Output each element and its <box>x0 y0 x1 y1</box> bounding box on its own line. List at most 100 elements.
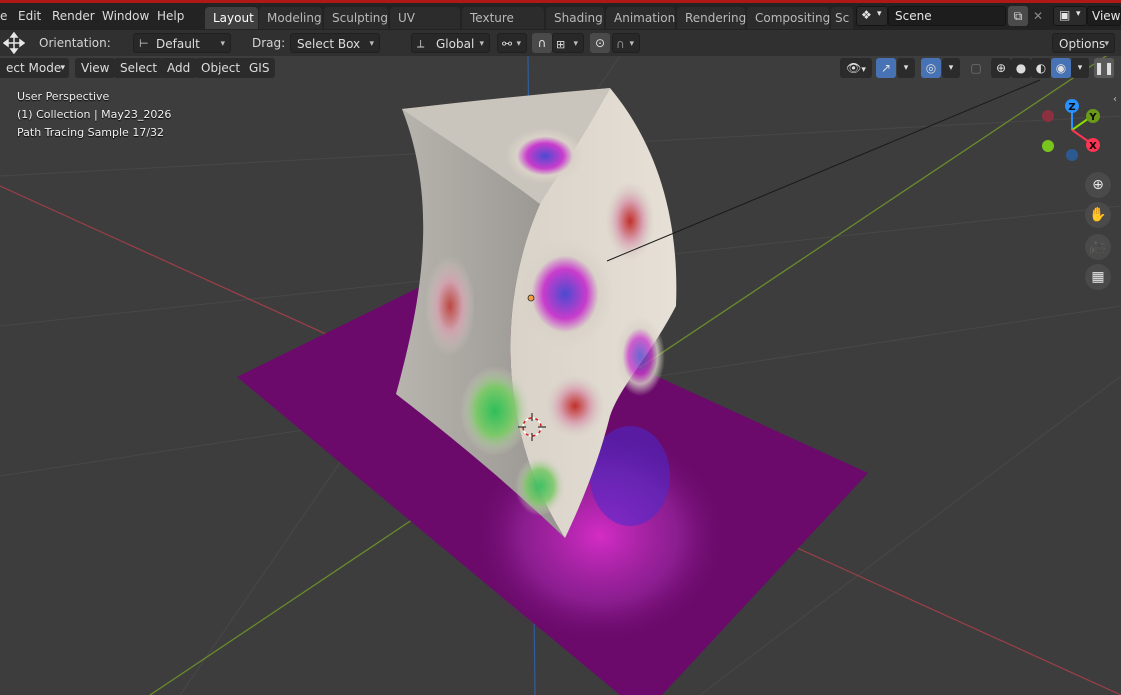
tab-compositing[interactable]: Compositing <box>747 7 830 29</box>
proportional-edit-button[interactable]: ⊙ <box>590 33 610 53</box>
menu-add[interactable]: Add <box>161 58 197 78</box>
menu-window[interactable]: Window <box>102 3 149 30</box>
drag-dropdown[interactable]: Select Box ▾ <box>290 33 380 53</box>
chevron-down-icon: ▾ <box>479 39 484 49</box>
transform-orientation-dropdown[interactable]: ⟂ Global ▾ <box>411 33 490 53</box>
global-axes-icon: ⟂ <box>417 37 425 50</box>
viewport-perspective-label: User Perspective <box>17 90 110 103</box>
pattern-red-ring-2 <box>605 181 655 261</box>
image-icon: ▣ <box>1059 8 1071 22</box>
chevron-down-icon: ▾ <box>1077 63 1083 73</box>
pattern-green-ring <box>460 366 530 456</box>
pan-button[interactable]: ✋ <box>1085 202 1111 228</box>
chevron-down-icon: ▾ <box>573 39 578 49</box>
orientation-value: Default <box>156 37 200 51</box>
view-layer-selector-button[interactable]: ▣ ▾ <box>1053 6 1087 26</box>
tab-uv-editing[interactable]: UV Editing <box>390 7 460 47</box>
menu-file[interactable]: e <box>0 3 7 30</box>
viewport-3d[interactable] <box>0 56 1121 695</box>
options-dropdown[interactable]: Options ▾ <box>1052 33 1115 53</box>
pattern-top-ring <box>505 128 585 184</box>
falloff-curve-icon: ∩ <box>616 37 625 51</box>
chevron-down-icon: ▾ <box>629 39 634 49</box>
tab-layout[interactable]: Layout <box>205 7 258 29</box>
scene-selector-button[interactable]: ❖ ▾ <box>856 6 888 26</box>
link-icon: ⚯ <box>502 37 513 51</box>
hand-icon: ✋ <box>1089 207 1107 223</box>
light-direction-line <box>606 79 1041 262</box>
shading-material-button[interactable]: ◐ <box>1031 58 1051 78</box>
overlays-options-dropdown[interactable]: ▾ <box>942 58 960 78</box>
gizmo-options-dropdown[interactable]: ▾ <box>897 58 915 78</box>
drag-value: Select Box <box>297 37 361 51</box>
chevron-down-icon: ▾ <box>1104 39 1109 49</box>
chevron-down-icon: ▾ <box>948 63 954 73</box>
snap-toggle-button[interactable]: ∩ <box>532 33 552 53</box>
orientation-label: Orientation: <box>39 36 111 50</box>
menu-gis[interactable]: GIS <box>243 58 276 78</box>
menu-object[interactable]: Object <box>195 58 247 78</box>
rendered-sphere-icon: ◉ <box>1055 61 1067 75</box>
tab-rendering[interactable]: Rendering <box>677 7 746 29</box>
pivot-point-dropdown[interactable]: ⚯ ▾ <box>497 33 527 53</box>
chevron-down-icon: ▾ <box>1076 9 1081 19</box>
tab-texture-paint[interactable]: Texture Paint <box>462 7 544 47</box>
menu-select[interactable]: Select <box>114 58 164 78</box>
chevron-down-icon: ▾ <box>903 63 909 73</box>
tab-shading[interactable]: Shading <box>546 7 604 29</box>
chevron-down-icon: ▾ <box>861 65 866 75</box>
object-origin-point[interactable] <box>527 294 535 302</box>
chevron-down-icon: ▾ <box>220 39 225 49</box>
sidebar-toggle-arrow[interactable]: ‹ <box>1113 94 1117 105</box>
gizmo-y-label: Y <box>1088 112 1097 123</box>
view-layer-name-field[interactable]: View <box>1087 6 1121 26</box>
overlays-toggle-button[interactable]: ◎ <box>921 58 941 78</box>
tab-scripting[interactable]: Sc <box>831 7 853 29</box>
overlays-icon: ◎ <box>925 61 937 75</box>
drag-label: Drag: <box>252 36 286 50</box>
xray-toggle-button[interactable]: ▢ <box>966 58 986 78</box>
tool-settings-bar: Orientation: ⊢ Default ▾ Drag: Select Bo… <box>0 30 1121 56</box>
shading-wireframe-button[interactable]: ⊕ <box>991 58 1011 78</box>
shading-solid-button[interactable]: ● <box>1011 58 1031 78</box>
gizmo-z-label: Z <box>1068 102 1075 113</box>
interaction-mode-dropdown[interactable]: ect Mode ▾ <box>0 58 69 78</box>
magnet-icon: ∩ <box>537 36 547 50</box>
xray-icon: ▢ <box>970 61 982 75</box>
object-visibility-dropdown[interactable]: 👁▾ <box>840 58 872 78</box>
gizmo-icon: ↗ <box>880 61 892 75</box>
gizmo-toggle-button[interactable]: ↗ <box>876 58 896 78</box>
menu-view[interactable]: View <box>75 58 116 78</box>
toggle-perspective-button[interactable]: ▦ <box>1085 264 1111 290</box>
move-tool-icon[interactable] <box>3 32 25 54</box>
snap-target-dropdown[interactable]: ⊞ ▾ <box>552 33 584 53</box>
scene-name-field[interactable]: Scene <box>888 6 1006 26</box>
pause-render-button[interactable]: ❚❚ <box>1094 58 1114 78</box>
grid-icon: ▦ <box>1091 269 1105 285</box>
pattern-red-ring <box>545 374 605 438</box>
copy-icon: ⧉ <box>1013 9 1023 23</box>
tab-animation[interactable]: Animation <box>606 7 675 29</box>
shading-rendered-button[interactable]: ◉ <box>1051 58 1071 78</box>
wireframe-sphere-icon: ⊕ <box>995 61 1007 75</box>
new-scene-button[interactable]: ⧉ <box>1008 6 1028 26</box>
delete-scene-button[interactable]: ✕ <box>1029 6 1047 26</box>
zoom-button[interactable]: ⊕ <box>1085 172 1111 198</box>
eye-icon: 👁 <box>846 61 862 75</box>
tab-modeling[interactable]: Modeling <box>259 7 322 29</box>
camera-view-button[interactable]: 🎥 <box>1085 234 1111 260</box>
pattern-right-ring <box>615 316 665 396</box>
menu-help[interactable]: Help <box>157 3 184 30</box>
shading-options-dropdown[interactable]: ▾ <box>1071 58 1089 78</box>
navigation-gizmo[interactable]: Z Y X <box>1030 92 1110 168</box>
falloff-dropdown[interactable]: ∩ ▾ <box>612 33 640 53</box>
tab-sculpting[interactable]: Sculpting <box>324 7 388 29</box>
gizmo-x-label: X <box>1089 141 1097 152</box>
viewport-collection-label: (1) Collection | May23_2026 <box>17 108 172 121</box>
orientation-dropdown[interactable]: ⊢ Default ▾ <box>133 33 231 53</box>
camera-icon: 🎥 <box>1089 239 1107 255</box>
chevron-down-icon: ▾ <box>877 9 882 19</box>
chevron-down-icon: ▾ <box>516 39 521 49</box>
menu-render[interactable]: Render <box>52 3 95 30</box>
menu-edit[interactable]: Edit <box>18 3 41 30</box>
